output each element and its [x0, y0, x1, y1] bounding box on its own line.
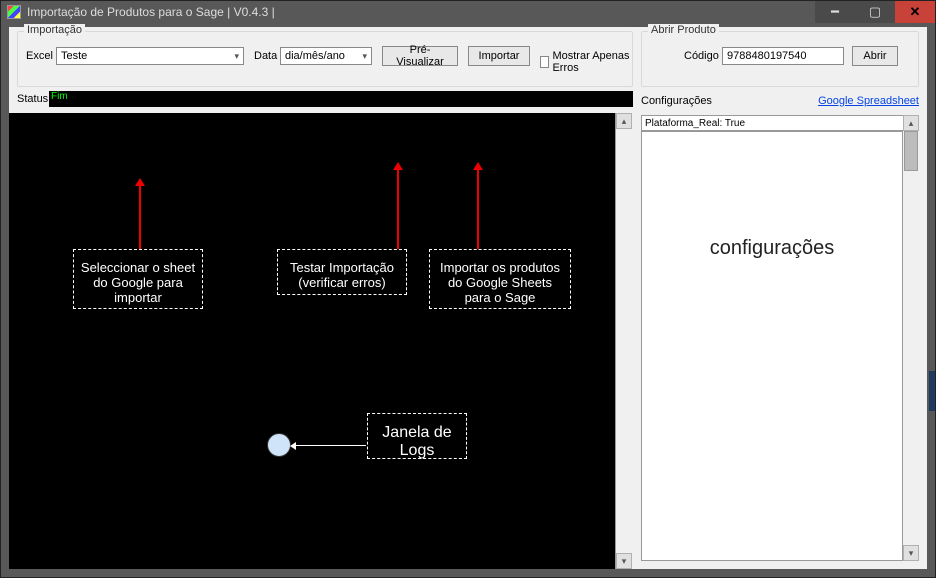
status-value: Fim: [51, 91, 68, 102]
date-dropdown[interactable]: dia/mês/ano ▾: [280, 47, 372, 65]
titlebar[interactable]: Importação de Produtos para o Sage | V0.…: [1, 1, 935, 23]
config-panel: configurações: [641, 131, 903, 561]
scroll-down-icon[interactable]: ▾: [903, 545, 919, 561]
chevron-down-icon: ▾: [362, 51, 367, 62]
client-area: Importação Excel Teste ▾ Data dia/mês/an…: [9, 27, 927, 569]
annotation-import: Importar os produtos do Google Sheets pa…: [429, 249, 571, 309]
open-button[interactable]: Abrir: [852, 46, 898, 66]
annotation-arrow-icon: [139, 181, 141, 251]
annotation-arrow-icon: [477, 165, 479, 251]
app-icon: [7, 5, 21, 19]
import-group-legend: Importação: [24, 24, 85, 36]
scroll-down-icon[interactable]: ▾: [616, 553, 632, 569]
status-bar: Fim: [49, 91, 633, 107]
code-label: Código: [684, 50, 719, 62]
show-errors-checkbox[interactable]: [540, 56, 549, 68]
config-placeholder: configurações: [642, 132, 902, 260]
open-product-legend: Abrir Produto: [648, 24, 719, 36]
date-dropdown-value: dia/mês/ano: [285, 50, 345, 62]
chevron-down-icon: ▾: [234, 51, 239, 62]
window-title: Importação de Produtos para o Sage | V0.…: [27, 5, 275, 19]
import-group: Importação Excel Teste ▾ Data dia/mês/an…: [17, 31, 633, 87]
config-header-row: Configurações Google Spreadsheet: [641, 93, 919, 109]
scrollbar-thumb[interactable]: [904, 131, 918, 171]
scroll-up-icon[interactable]: ▴: [616, 113, 632, 129]
platform-text: Plataforma_Real: True: [645, 118, 745, 129]
window-controls: ━ ▢ ✕: [815, 1, 935, 23]
preview-button[interactable]: Pré-Visualizar: [382, 46, 458, 66]
logs-panel: ▴ ▾ Seleccionar o sheet do Google para i…: [9, 113, 631, 569]
annotation-arrow-icon: [397, 165, 399, 251]
google-spreadsheet-link[interactable]: Google Spreadsheet: [818, 95, 919, 107]
excel-dropdown-value: Teste: [61, 50, 87, 62]
logs-scrollbar[interactable]: ▴ ▾: [615, 113, 631, 569]
annotation-preview: Testar Importação (verificar erros): [277, 249, 407, 295]
edge-accent: [929, 371, 935, 411]
status-label: Status: [17, 93, 48, 105]
annotation-logs: Janela de Logs: [367, 413, 467, 459]
annotation-excel: Seleccionar o sheet do Google para impor…: [73, 249, 203, 309]
open-product-group: Abrir Produto Código Abrir: [641, 31, 919, 87]
close-button[interactable]: ✕: [895, 1, 935, 23]
import-button[interactable]: Importar: [468, 46, 530, 66]
excel-dropdown[interactable]: Teste ▾: [56, 47, 244, 65]
config-scrollbar[interactable]: ▴ ▾: [903, 115, 919, 561]
show-errors-checkbox-wrap[interactable]: Mostrar Apenas Erros: [540, 50, 632, 74]
annotation-line-icon: [292, 445, 366, 446]
show-errors-label: Mostrar Apenas Erros: [552, 50, 632, 74]
excel-label: Excel: [26, 50, 53, 62]
platform-row[interactable]: Plataforma_Real: True ˄: [641, 115, 919, 131]
scroll-up-icon[interactable]: ▴: [903, 115, 919, 131]
date-label: Data: [254, 50, 277, 62]
config-label: Configurações: [641, 95, 712, 107]
app-window: Importação de Produtos para o Sage | V0.…: [0, 0, 936, 578]
maximize-button[interactable]: ▢: [855, 1, 895, 23]
minimize-button[interactable]: ━: [815, 1, 855, 23]
code-input[interactable]: [722, 47, 844, 65]
